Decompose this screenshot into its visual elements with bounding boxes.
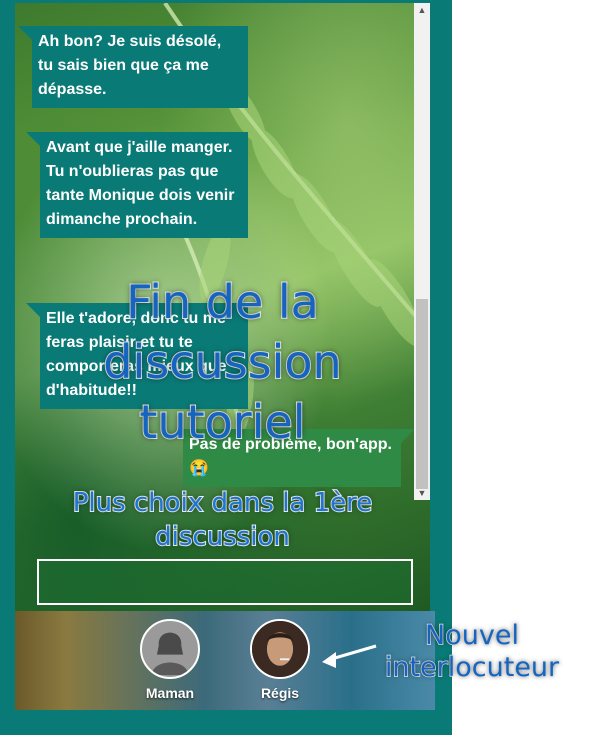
scroll-up-icon[interactable]: ▲ <box>414 3 430 17</box>
contact-maman[interactable]: Maman <box>125 619 215 701</box>
contact-name: Régis <box>260 685 300 701</box>
contact-regis[interactable]: Régis <box>235 619 325 701</box>
silhouette-avatar-icon <box>140 619 200 679</box>
annotation-label: Nouvel interlocuteur <box>384 619 560 684</box>
message-bubble-left: Avant que j'aille manger. Tu n'oublieras… <box>26 132 248 238</box>
message-text: Ah bon? Je suis désolé, tu sais bien que… <box>38 33 222 98</box>
photo-avatar-icon <box>250 619 310 679</box>
message-text: Avant que j'aille manger. Tu n'oublieras… <box>46 139 235 228</box>
message-bubble-left: Ah bon? Je suis désolé, tu sais bien que… <box>18 26 248 108</box>
arrow-left-icon <box>322 644 377 668</box>
bubble-tail <box>18 26 32 40</box>
overlay-title: Fin de la discussion tutoriel <box>102 274 342 450</box>
overlay-subtitle: Plus choix dans la 1ère discussion <box>72 487 374 553</box>
contact-name: Maman <box>145 685 195 701</box>
reply-input[interactable] <box>37 559 413 605</box>
bubble-tail <box>26 132 40 146</box>
